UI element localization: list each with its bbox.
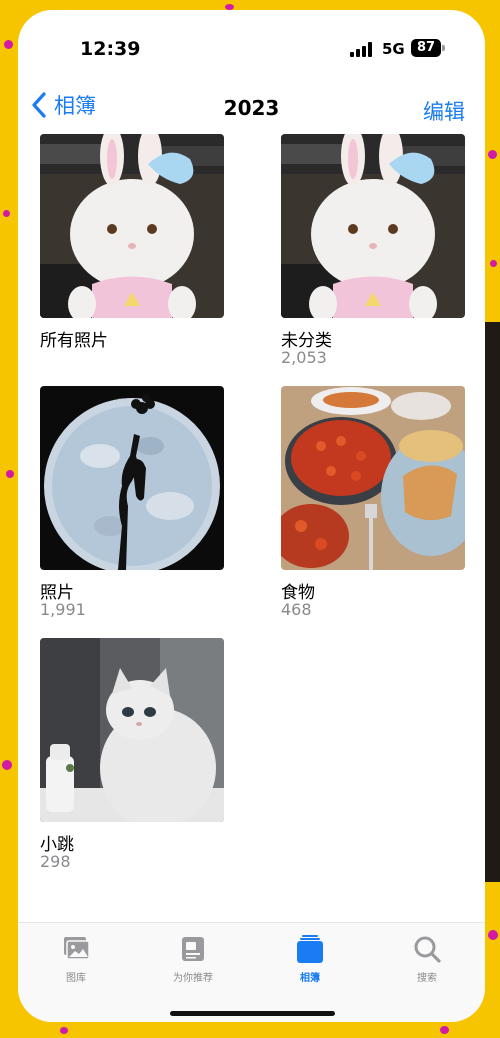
tab-label: 图库 <box>66 973 86 984</box>
album-name: 小跳 <box>40 835 74 855</box>
tab-for-you[interactable]: 为你推荐 <box>153 933 233 984</box>
album-count: 2,053 <box>281 348 327 367</box>
album-thumbnail <box>40 386 224 570</box>
home-indicator[interactable] <box>170 1011 335 1016</box>
tab-search[interactable]: 搜索 <box>387 933 467 984</box>
background-edge <box>485 322 500 882</box>
decor-dot <box>488 930 498 940</box>
album-thumbnail <box>281 386 465 570</box>
tab-library[interactable]: 图库 <box>36 933 116 984</box>
tab-bar: 图库 为你推荐 相簿 搜索 <box>18 922 485 1022</box>
food-photo <box>281 386 465 570</box>
album-photos[interactable]: 照片 1,991 <box>40 386 224 620</box>
phone-screen: 12:39 5G 87 相簿 2023 编辑 所有照片 未分类 2,053 照片… <box>18 10 485 1022</box>
search-icon <box>411 933 443 965</box>
album-xiaotiao[interactable]: 小跳 298 <box>40 638 224 872</box>
tab-albums[interactable]: 相簿 <box>270 933 350 984</box>
decor-dot <box>2 760 12 770</box>
tab-label: 相簿 <box>300 973 320 984</box>
albums-icon <box>294 933 326 965</box>
tab-label: 搜索 <box>417 973 437 984</box>
network-type: 5G <box>382 40 405 58</box>
plush-bunny-photo <box>40 134 224 318</box>
status-time: 12:39 <box>80 38 141 60</box>
album-all-photos[interactable]: 所有照片 <box>40 134 224 368</box>
album-name: 食物 <box>281 583 315 603</box>
album-unsorted[interactable]: 未分类 2,053 <box>281 134 465 368</box>
decor-dot <box>6 470 14 478</box>
cat-photo <box>40 638 224 822</box>
edit-button[interactable]: 编辑 <box>423 96 465 126</box>
battery-level: 87 <box>416 40 436 55</box>
album-thumbnail <box>281 134 465 318</box>
photo-library-icon <box>60 933 92 965</box>
album-thumbnail <box>40 638 224 822</box>
tab-label: 为你推荐 <box>173 973 213 984</box>
signal-icon <box>350 42 374 57</box>
album-name: 照片 <box>40 583 74 603</box>
album-name: 所有照片 <box>40 331 108 351</box>
status-bar: 12:39 5G 87 <box>18 10 485 80</box>
plush-bunny-photo <box>281 134 465 318</box>
album-name: 未分类 <box>281 331 332 351</box>
navigation-bar: 相簿 2023 编辑 <box>18 80 485 130</box>
album-count: 468 <box>281 600 312 619</box>
decor-dot <box>60 1027 68 1034</box>
battery-tip <box>442 45 445 51</box>
album-count <box>40 348 224 368</box>
decor-dot <box>3 210 10 217</box>
moon-silhouette-photo <box>40 386 224 570</box>
album-count: 1,991 <box>40 600 86 619</box>
decor-dot <box>440 1026 449 1034</box>
battery-icon: 87 <box>411 39 441 57</box>
page-title: 2023 <box>223 96 280 120</box>
decor-dot <box>488 150 497 159</box>
for-you-icon <box>177 933 209 965</box>
decor-dot <box>4 40 13 49</box>
album-thumbnail <box>40 134 224 318</box>
album-count: 298 <box>40 852 71 871</box>
album-food[interactable]: 食物 468 <box>281 386 465 620</box>
decor-dot <box>490 260 497 267</box>
